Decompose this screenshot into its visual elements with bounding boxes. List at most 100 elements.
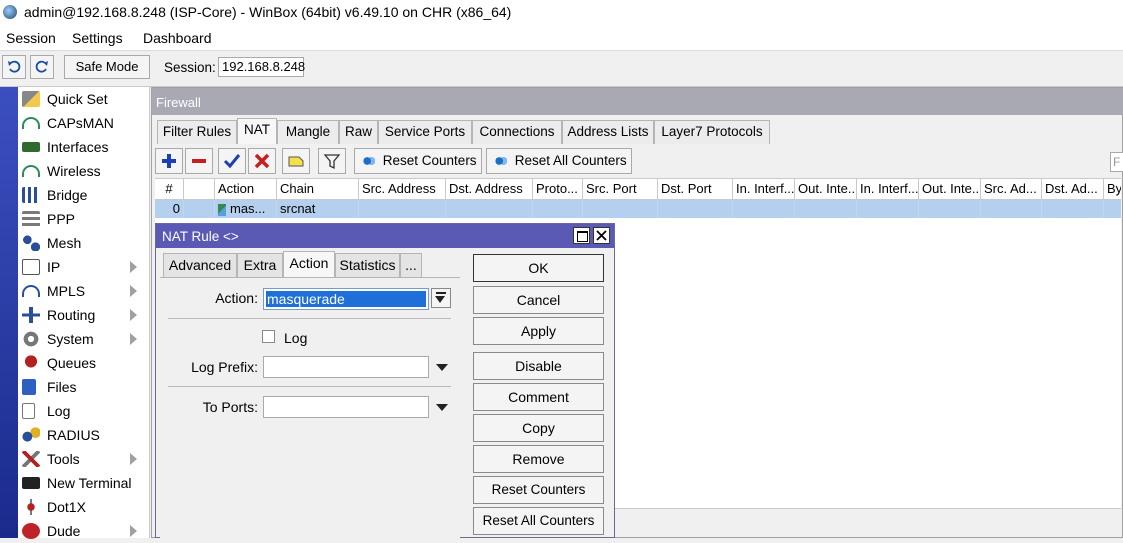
action-dropdown-button[interactable] (431, 288, 451, 308)
firewall-title: Firewall (156, 95, 201, 110)
remove-button[interactable]: Remove (473, 445, 604, 473)
comment-button[interactable]: Comment (473, 383, 604, 411)
main-toolbar: Safe Mode Session: 192.168.8.248 (0, 51, 1123, 87)
sidebar-item-ppp[interactable]: PPP (18, 207, 149, 231)
window-title: admin@192.168.8.248 (ISP-Core) - WinBox … (24, 4, 512, 20)
nat-dialog-title-bar[interactable]: NAT Rule <> (156, 224, 614, 248)
column-header-chain[interactable]: Chain (277, 179, 359, 199)
safe-mode-button[interactable]: Safe Mode (64, 55, 150, 79)
column-header-in-interface-list[interactable]: In. Interf... (857, 179, 919, 199)
sidebar-item-dude[interactable]: Dude (18, 519, 149, 543)
sidebar-item-routing[interactable]: Routing (18, 303, 149, 327)
log-prefix-label: Log Prefix: (191, 359, 258, 375)
row-action-cell: mas... (215, 200, 277, 218)
column-header-src-port[interactable]: Src. Port (583, 179, 658, 199)
column-header-dst-address-list[interactable]: Dst. Ad... (1042, 179, 1104, 199)
tab-layer7-protocols[interactable]: Layer7 Protocols (654, 120, 770, 144)
to-ports-input[interactable] (263, 396, 429, 418)
sidebar-item-files[interactable]: Files (18, 375, 149, 399)
find-input[interactable]: F (1110, 152, 1123, 172)
filter-button[interactable] (318, 148, 346, 174)
sidebar-item-tools[interactable]: Tools (18, 447, 149, 471)
menu-dashboard[interactable]: Dashboard (143, 30, 212, 46)
note-icon (288, 156, 304, 167)
sidebar-item-log[interactable]: Log (18, 399, 149, 423)
tab-extra[interactable]: Extra (237, 253, 283, 277)
action-label: Action: (215, 290, 258, 306)
column-header-protocol[interactable]: Proto... (533, 179, 583, 199)
column-header-src-address[interactable]: Src. Address (359, 179, 446, 199)
sidebar-item-mesh[interactable]: Mesh (18, 231, 149, 255)
sidebar-item-mpls[interactable]: MPLS (18, 279, 149, 303)
table-row[interactable]: 0 mas... srcnat (155, 200, 1121, 218)
ok-button[interactable]: OK (473, 254, 604, 282)
tab-raw[interactable]: Raw (339, 120, 378, 144)
menu-session[interactable]: Session (6, 30, 56, 46)
close-icon (596, 230, 607, 241)
tab-address-lists[interactable]: Address Lists (562, 120, 654, 144)
reset-counters-button[interactable]: Reset Counters (473, 476, 604, 504)
close-button[interactable] (593, 227, 610, 244)
reset-icon (363, 156, 375, 167)
column-header-dst-port[interactable]: Dst. Port (658, 179, 733, 199)
redo-button[interactable] (30, 55, 54, 79)
sidebar-item-radius[interactable]: RADIUS (18, 423, 149, 447)
reset-counters-button[interactable]: Reset Counters (354, 148, 482, 174)
column-header-action[interactable]: Action (215, 179, 277, 199)
sidebar-item-system[interactable]: System (18, 327, 149, 351)
column-header-number[interactable]: # (155, 179, 184, 199)
log-checkbox-label: Log (284, 330, 308, 346)
apply-button[interactable]: Apply (473, 317, 604, 345)
comment-button[interactable] (282, 148, 310, 174)
reset-all-counters-button[interactable]: Reset All Counters (486, 148, 632, 174)
sidebar-item-dot1x[interactable]: Dot1X (18, 495, 149, 519)
undo-button[interactable] (2, 55, 26, 79)
tab-service-ports[interactable]: Service Ports (378, 120, 472, 144)
sidebar-item-quick-set[interactable]: Quick Set (18, 87, 149, 111)
session-address-field[interactable]: 192.168.8.248 (218, 57, 305, 77)
tab-more[interactable]: ... (400, 253, 422, 277)
action-select[interactable]: masquerade (263, 288, 429, 310)
tab-filter-rules[interactable]: Filter Rules (157, 120, 237, 144)
to-ports-dropdown-icon[interactable] (436, 404, 448, 411)
cancel-button[interactable]: Cancel (473, 286, 604, 314)
ip-icon (22, 259, 40, 275)
tab-advanced[interactable]: Advanced (163, 253, 237, 277)
disable-button[interactable]: Disable (473, 352, 604, 380)
tab-nat[interactable]: NAT (237, 118, 277, 144)
sidebar-item-interfaces[interactable]: Interfaces (18, 135, 149, 159)
add-rule-button[interactable] (155, 148, 183, 174)
log-prefix-input[interactable] (263, 356, 429, 378)
copy-button[interactable]: Copy (473, 414, 604, 442)
column-header-out-interface-list[interactable]: Out. Inte... (919, 179, 981, 199)
column-header-out-interface[interactable]: Out. Inte... (795, 179, 857, 199)
reset-all-counters-button[interactable]: Reset All Counters (473, 507, 604, 535)
tab-connections[interactable]: Connections (472, 120, 562, 144)
sidebar-item-queues[interactable]: Queues (18, 351, 149, 375)
sidebar-item-bridge[interactable]: Bridge (18, 183, 149, 207)
log-prefix-dropdown-icon[interactable] (436, 364, 448, 371)
column-header-flags[interactable] (184, 179, 215, 199)
disable-rule-button[interactable] (248, 148, 276, 174)
column-header-src-address-list[interactable]: Src. Ad... (981, 179, 1042, 199)
submenu-arrow-icon (130, 525, 137, 537)
remove-rule-button[interactable] (185, 148, 213, 174)
tab-action[interactable]: Action (283, 251, 335, 277)
maximize-button[interactable] (573, 227, 590, 244)
log-checkbox[interactable] (262, 330, 275, 343)
enable-rule-button[interactable] (218, 148, 246, 174)
sidebar-item-ip[interactable]: IP (18, 255, 149, 279)
column-header-dst-address[interactable]: Dst. Address (446, 179, 533, 199)
sidebar-item-wireless[interactable]: Wireless (18, 159, 149, 183)
column-header-bytes[interactable]: By (1104, 179, 1121, 199)
tab-mangle[interactable]: Mangle (277, 120, 339, 144)
tab-statistics[interactable]: Statistics (335, 253, 400, 277)
sidebar-item-new-terminal[interactable]: New Terminal (18, 471, 149, 495)
gear-icon (22, 331, 40, 347)
firewall-title-bar[interactable]: Firewall (152, 88, 1123, 115)
submenu-arrow-icon (130, 285, 137, 297)
sidebar-item-capsman[interactable]: CAPsMAN (18, 111, 149, 135)
menu-settings[interactable]: Settings (72, 30, 123, 46)
radius-icon (22, 427, 40, 443)
column-header-in-interface[interactable]: In. Interf... (733, 179, 795, 199)
